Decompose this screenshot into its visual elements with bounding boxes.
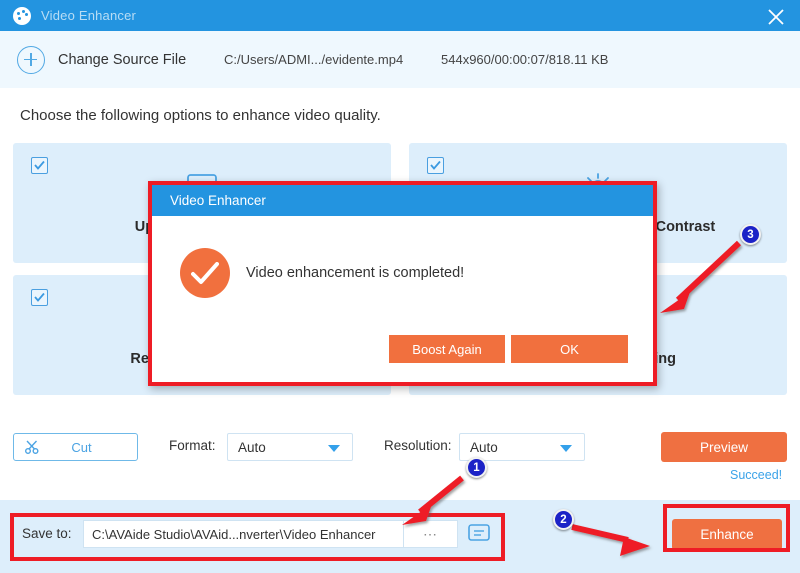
cut-button-label: Cut — [71, 439, 92, 455]
plus-circle-icon[interactable] — [17, 45, 45, 74]
title-bar: Video Enhancer — [0, 0, 800, 31]
ok-button[interactable]: OK — [511, 335, 628, 363]
dialog-title-bar: Video Enhancer — [152, 185, 653, 216]
browse-button[interactable]: ⋯ — [404, 520, 458, 548]
folder-open-icon[interactable] — [465, 520, 493, 546]
boost-again-button[interactable]: Boost Again — [389, 335, 505, 363]
step-badge-2: 2 — [553, 509, 574, 530]
checkbox-upscale-resolution[interactable] — [31, 157, 48, 174]
format-label: Format: — [169, 438, 216, 453]
source-file-path: C:/Users/ADMI.../evidente.mp4 — [224, 52, 404, 67]
save-path-value: C:\AVAide Studio\AVAid...nverter\Video E… — [92, 526, 376, 542]
checkbox-remove-video-noise[interactable] — [31, 289, 48, 306]
dialog-message: Video enhancement is completed! — [246, 265, 465, 281]
scissors-icon — [24, 439, 40, 455]
chevron-down-icon — [328, 445, 340, 452]
enhance-button[interactable]: Enhance — [672, 519, 782, 550]
save-to-bar: Save to: C:\AVAide Studio\AVAid...nverte… — [0, 500, 800, 573]
succeed-status-link[interactable]: Succeed! — [730, 468, 782, 482]
resolution-label: Resolution: — [384, 438, 452, 453]
save-path-input[interactable]: C:\AVAide Studio\AVAid...nverter\Video E… — [83, 520, 404, 548]
dialog-title: Video Enhancer — [170, 193, 266, 208]
page-instruction: Choose the following options to enhance … — [20, 107, 381, 124]
save-to-label: Save to: — [22, 526, 72, 541]
format-value: Auto — [238, 439, 266, 455]
resolution-value: Auto — [470, 439, 498, 455]
format-dropdown[interactable]: Auto — [227, 433, 353, 461]
step-badge-3: 3 — [740, 224, 761, 245]
step-badge-1: 1 — [466, 457, 487, 478]
cut-button[interactable]: Cut — [13, 433, 138, 461]
window-title: Video Enhancer — [41, 8, 137, 23]
source-file-meta: 544x960/00:00:07/818.11 KB — [441, 52, 609, 67]
check-circle-icon — [180, 248, 230, 298]
change-source-file-button[interactable]: Change Source File — [58, 52, 186, 68]
preview-button[interactable]: Preview — [661, 432, 787, 462]
chevron-down-icon — [560, 445, 572, 452]
close-icon[interactable] — [766, 7, 786, 27]
video-enhancer-window: Video Enhancer Change Source File C:/Use… — [0, 0, 800, 573]
checkbox-optimize-brightness-contrast[interactable] — [427, 157, 444, 174]
source-file-bar: Change Source File C:/Users/ADMI.../evid… — [0, 31, 800, 88]
palette-icon — [13, 6, 31, 25]
completion-dialog: Video Enhancer Video enhancement is comp… — [148, 181, 657, 386]
